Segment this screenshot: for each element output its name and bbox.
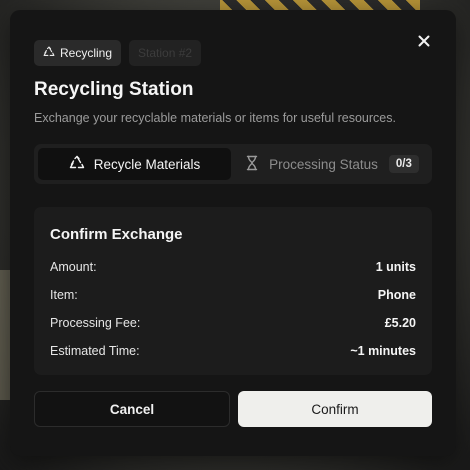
recycling-badge-label: Recycling — [60, 46, 113, 60]
station-badge: Station #2 — [129, 40, 202, 66]
detail-label: Item: — [50, 288, 78, 302]
cancel-button[interactable]: Cancel — [34, 391, 230, 427]
detail-row-amount: Amount: 1 units — [50, 253, 416, 281]
tab-bar: Recycle Materials Processing Status 0/3 — [34, 144, 432, 184]
station-badge-label: Station #2 — [138, 46, 193, 60]
badge-row: Recycling Station #2 — [34, 40, 432, 66]
recycle-icon — [69, 155, 85, 174]
tab-recycle-materials-label: Recycle Materials — [93, 156, 201, 172]
processing-count-badge: 0/3 — [388, 155, 419, 173]
confirm-exchange-card: Confirm Exchange Amount: 1 units Item: P… — [34, 207, 432, 375]
detail-label: Estimated Time: — [50, 344, 140, 358]
recycling-badge: Recycling — [34, 40, 122, 66]
recycling-modal: Recycling Station #2 Recycling Station E… — [10, 10, 456, 456]
close-button[interactable] — [414, 33, 434, 53]
detail-row-estimated-time: Estimated Time: ~1 minutes — [50, 337, 416, 365]
modal-title: Recycling Station — [34, 79, 194, 100]
tab-processing-status-label: Processing Status — [269, 156, 378, 172]
detail-label: Amount: — [50, 260, 97, 274]
detail-value: £5.20 — [384, 316, 416, 330]
confirm-button[interactable]: Confirm — [238, 391, 432, 427]
tab-recycle-materials[interactable]: Recycle Materials — [38, 148, 231, 180]
detail-label: Processing Fee: — [50, 316, 141, 330]
action-buttons: Cancel Confirm — [34, 391, 432, 427]
modal-subtitle: Exchange your recyclable materials or it… — [34, 111, 396, 125]
detail-row-processing-fee: Processing Fee: £5.20 — [50, 309, 416, 337]
detail-row-item: Item: Phone — [50, 281, 416, 309]
detail-value: Phone — [377, 288, 416, 302]
tab-processing-status[interactable]: Processing Status 0/3 — [235, 148, 428, 180]
detail-value: ~1 minutes — [350, 344, 416, 358]
close-icon — [418, 34, 430, 52]
hourglass-icon — [244, 155, 260, 174]
detail-value: 1 units — [375, 260, 416, 274]
recycle-icon — [43, 46, 55, 61]
confirm-exchange-title: Confirm Exchange — [50, 226, 183, 243]
